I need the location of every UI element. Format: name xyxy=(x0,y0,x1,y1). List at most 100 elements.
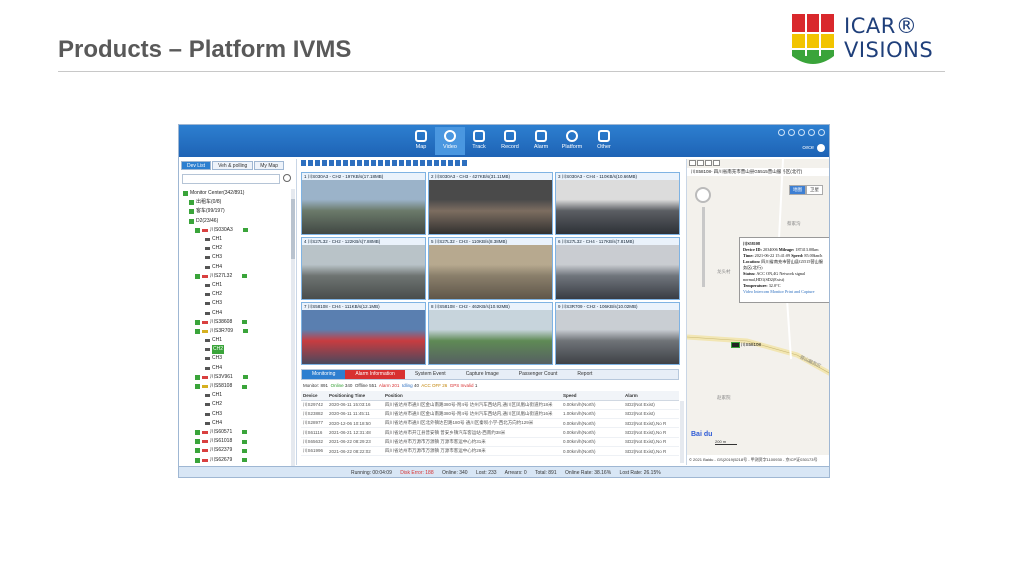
layout-tool-icon[interactable] xyxy=(448,160,453,166)
tree-item[interactable]: 川S030A3 xyxy=(183,226,287,235)
tab-alarm-information[interactable]: Alarm Information xyxy=(345,370,405,379)
sidebar-scrollbar[interactable] xyxy=(291,189,295,469)
table-row[interactable]: 川S23882 2020-06-11 11:45:11 四川省达州市通川区金山南路3… xyxy=(301,409,679,420)
tree-item[interactable]: CH2 xyxy=(183,290,287,299)
tree-item[interactable]: CH1 xyxy=(183,235,287,244)
checkbox-icon[interactable] xyxy=(195,273,200,279)
tree-item[interactable]: CH4 xyxy=(183,263,287,272)
layout-tool-icon[interactable] xyxy=(420,160,425,166)
search-icon[interactable] xyxy=(283,174,291,182)
tree-item[interactable]: 川S58108 xyxy=(183,382,287,391)
video-channel-cell[interactable]: 2 川S030A3 - CH3 - 427KB/s(31.11MB) xyxy=(428,172,553,235)
tree-item[interactable]: Monitor Center(342/891) xyxy=(183,189,287,198)
tree-item[interactable]: 川S62379 xyxy=(183,446,287,455)
layout-tool-icon[interactable] xyxy=(406,160,411,166)
layout-tool-icon[interactable] xyxy=(378,160,383,166)
layout-tool-icon[interactable] xyxy=(315,160,320,166)
checkbox-icon[interactable] xyxy=(195,457,200,463)
layout-tool-icon[interactable] xyxy=(322,160,327,166)
tab-report[interactable]: Report xyxy=(567,370,602,379)
nav-record[interactable]: Record xyxy=(495,127,525,155)
layout-tool-icon[interactable] xyxy=(441,160,446,166)
close-icon[interactable] xyxy=(818,129,825,136)
column-header[interactable]: Positioning Time xyxy=(327,391,383,401)
map-panel[interactable]: 川S58108- 四川省南充市营山县G5515营山服务区(北行) 地图 卫星 川… xyxy=(686,159,829,465)
vehicle-marker-icon[interactable] xyxy=(731,342,740,348)
video-channel-cell[interactable]: 1 川S030A3 - CH2 - 197KB/s(17.18MB) xyxy=(301,172,426,235)
tree-item[interactable]: 川S3R709 xyxy=(183,327,287,336)
nav-platform[interactable]: Platform xyxy=(557,127,587,155)
checkbox-icon[interactable] xyxy=(195,439,200,445)
tree-item[interactable]: 川S62679 xyxy=(183,455,287,464)
info-icon[interactable] xyxy=(788,129,795,136)
tree-item[interactable]: CH2 xyxy=(183,244,287,253)
tree-item[interactable]: 川S27L32 xyxy=(183,272,287,281)
column-header[interactable]: Alarm xyxy=(623,391,679,401)
checkbox-icon[interactable] xyxy=(195,328,200,334)
layout-tool-icon[interactable] xyxy=(455,160,460,166)
layout-tool-icon[interactable] xyxy=(434,160,439,166)
scrollbar-thumb[interactable] xyxy=(291,199,295,259)
column-header[interactable]: Speed xyxy=(561,391,623,401)
tree-item[interactable]: CH2 xyxy=(183,400,287,409)
nav-video[interactable]: Video xyxy=(435,127,465,155)
tree-item[interactable]: 川S61018 xyxy=(183,437,287,446)
table-row[interactable]: 川S29742 2020-06-11 15:03:16 四川省达州市通川区金山南路3… xyxy=(301,400,679,410)
tree-item[interactable]: CH3 xyxy=(183,299,287,308)
table-row[interactable]: 川S61996 2021-06-22 08:22:02 四川省达州市万源市万源镇 万… xyxy=(301,446,679,457)
tree-item[interactable]: CH3 xyxy=(183,253,287,262)
tab-dev-list[interactable]: Dev List xyxy=(181,161,212,170)
tab-my-map[interactable]: My Map xyxy=(254,161,285,170)
table-row[interactable]: 川S65632 2021-06-22 08:29:23 四川省达州市万源市万源镇 万… xyxy=(301,437,679,448)
layout-tool-icon[interactable] xyxy=(371,160,376,166)
tree-item[interactable]: CH1 xyxy=(183,391,287,400)
video-channel-cell[interactable]: 6 川S27L32 - CH4 - 117KB/s(7.81MB) xyxy=(555,237,680,300)
layout-tool-icon[interactable] xyxy=(364,160,369,166)
layout-tool-icon[interactable] xyxy=(343,160,348,166)
tree-item[interactable]: 川S60571 xyxy=(183,428,287,437)
video-channel-cell[interactable]: 7 川S58108 - CH4 - 111KB/s(12.1MB) xyxy=(301,302,426,365)
layout-tool-icon[interactable] xyxy=(385,160,390,166)
minimize-icon[interactable] xyxy=(798,129,805,136)
nav-other[interactable]: Other xyxy=(589,127,619,155)
tab-passenger-count[interactable]: Passenger Count xyxy=(509,370,568,379)
popup-links[interactable]: Video Intercom Monitor Print and Capture xyxy=(743,289,827,295)
tree-item[interactable]: CH4 xyxy=(183,364,287,373)
tree-item[interactable]: 出租车(0/8) xyxy=(183,198,287,207)
tree-item[interactable]: CH4 xyxy=(183,419,287,428)
checkbox-icon[interactable] xyxy=(183,191,188,197)
table-scrollbar[interactable] xyxy=(680,401,684,463)
table-row[interactable]: 川S61116 2021-06-21 12:31:48 四川省达州市开江县普安镇 普… xyxy=(301,427,679,438)
column-header[interactable]: Device xyxy=(301,391,327,401)
layout-tool-icon[interactable] xyxy=(413,160,418,166)
layout-tool-icon[interactable] xyxy=(427,160,432,166)
checkbox-icon[interactable] xyxy=(195,448,200,454)
tree-item[interactable]: 客车(99/197) xyxy=(183,207,287,216)
checkbox-icon[interactable] xyxy=(195,429,200,435)
tab-capture-image[interactable]: Capture Image xyxy=(456,370,509,379)
device-search-input[interactable] xyxy=(182,174,280,184)
tree-item[interactable]: D2(23/46) xyxy=(183,217,287,226)
video-channel-cell[interactable]: 4 川S27L32 - CH2 - 122KB/s(7.88MB) xyxy=(301,237,426,300)
checkbox-icon[interactable] xyxy=(189,218,194,224)
layout-tool-icon[interactable] xyxy=(308,160,313,166)
tree-item[interactable]: CH3 xyxy=(183,410,287,419)
nav-track[interactable]: Track xyxy=(464,127,494,155)
checkbox-icon[interactable] xyxy=(195,374,200,380)
checkbox-icon[interactable] xyxy=(195,384,200,390)
tab-veh-polling[interactable]: Veh & polling xyxy=(212,161,254,170)
layout-tool-icon[interactable] xyxy=(357,160,362,166)
video-channel-cell[interactable]: 8 川S58108 - CH2 - 462KB/s(10.92MB) xyxy=(428,302,553,365)
tab-monitoring[interactable]: Monitoring xyxy=(302,370,346,379)
layout-tool-icon[interactable] xyxy=(329,160,334,166)
tree-item[interactable]: CH4 xyxy=(183,308,287,317)
layout-tool-icon[interactable] xyxy=(462,160,467,166)
checkbox-icon[interactable] xyxy=(195,227,200,233)
tree-item[interactable]: 川S3V961 xyxy=(183,373,287,382)
tab-system-event[interactable]: System Event xyxy=(405,370,456,379)
tree-item[interactable]: CH3 xyxy=(183,354,287,363)
nav-alarm[interactable]: Alarm xyxy=(526,127,556,155)
tree-item[interactable]: CH2 xyxy=(183,345,287,355)
user-menu[interactable]: cece xyxy=(802,144,825,152)
tree-item[interactable]: CH1 xyxy=(183,336,287,345)
